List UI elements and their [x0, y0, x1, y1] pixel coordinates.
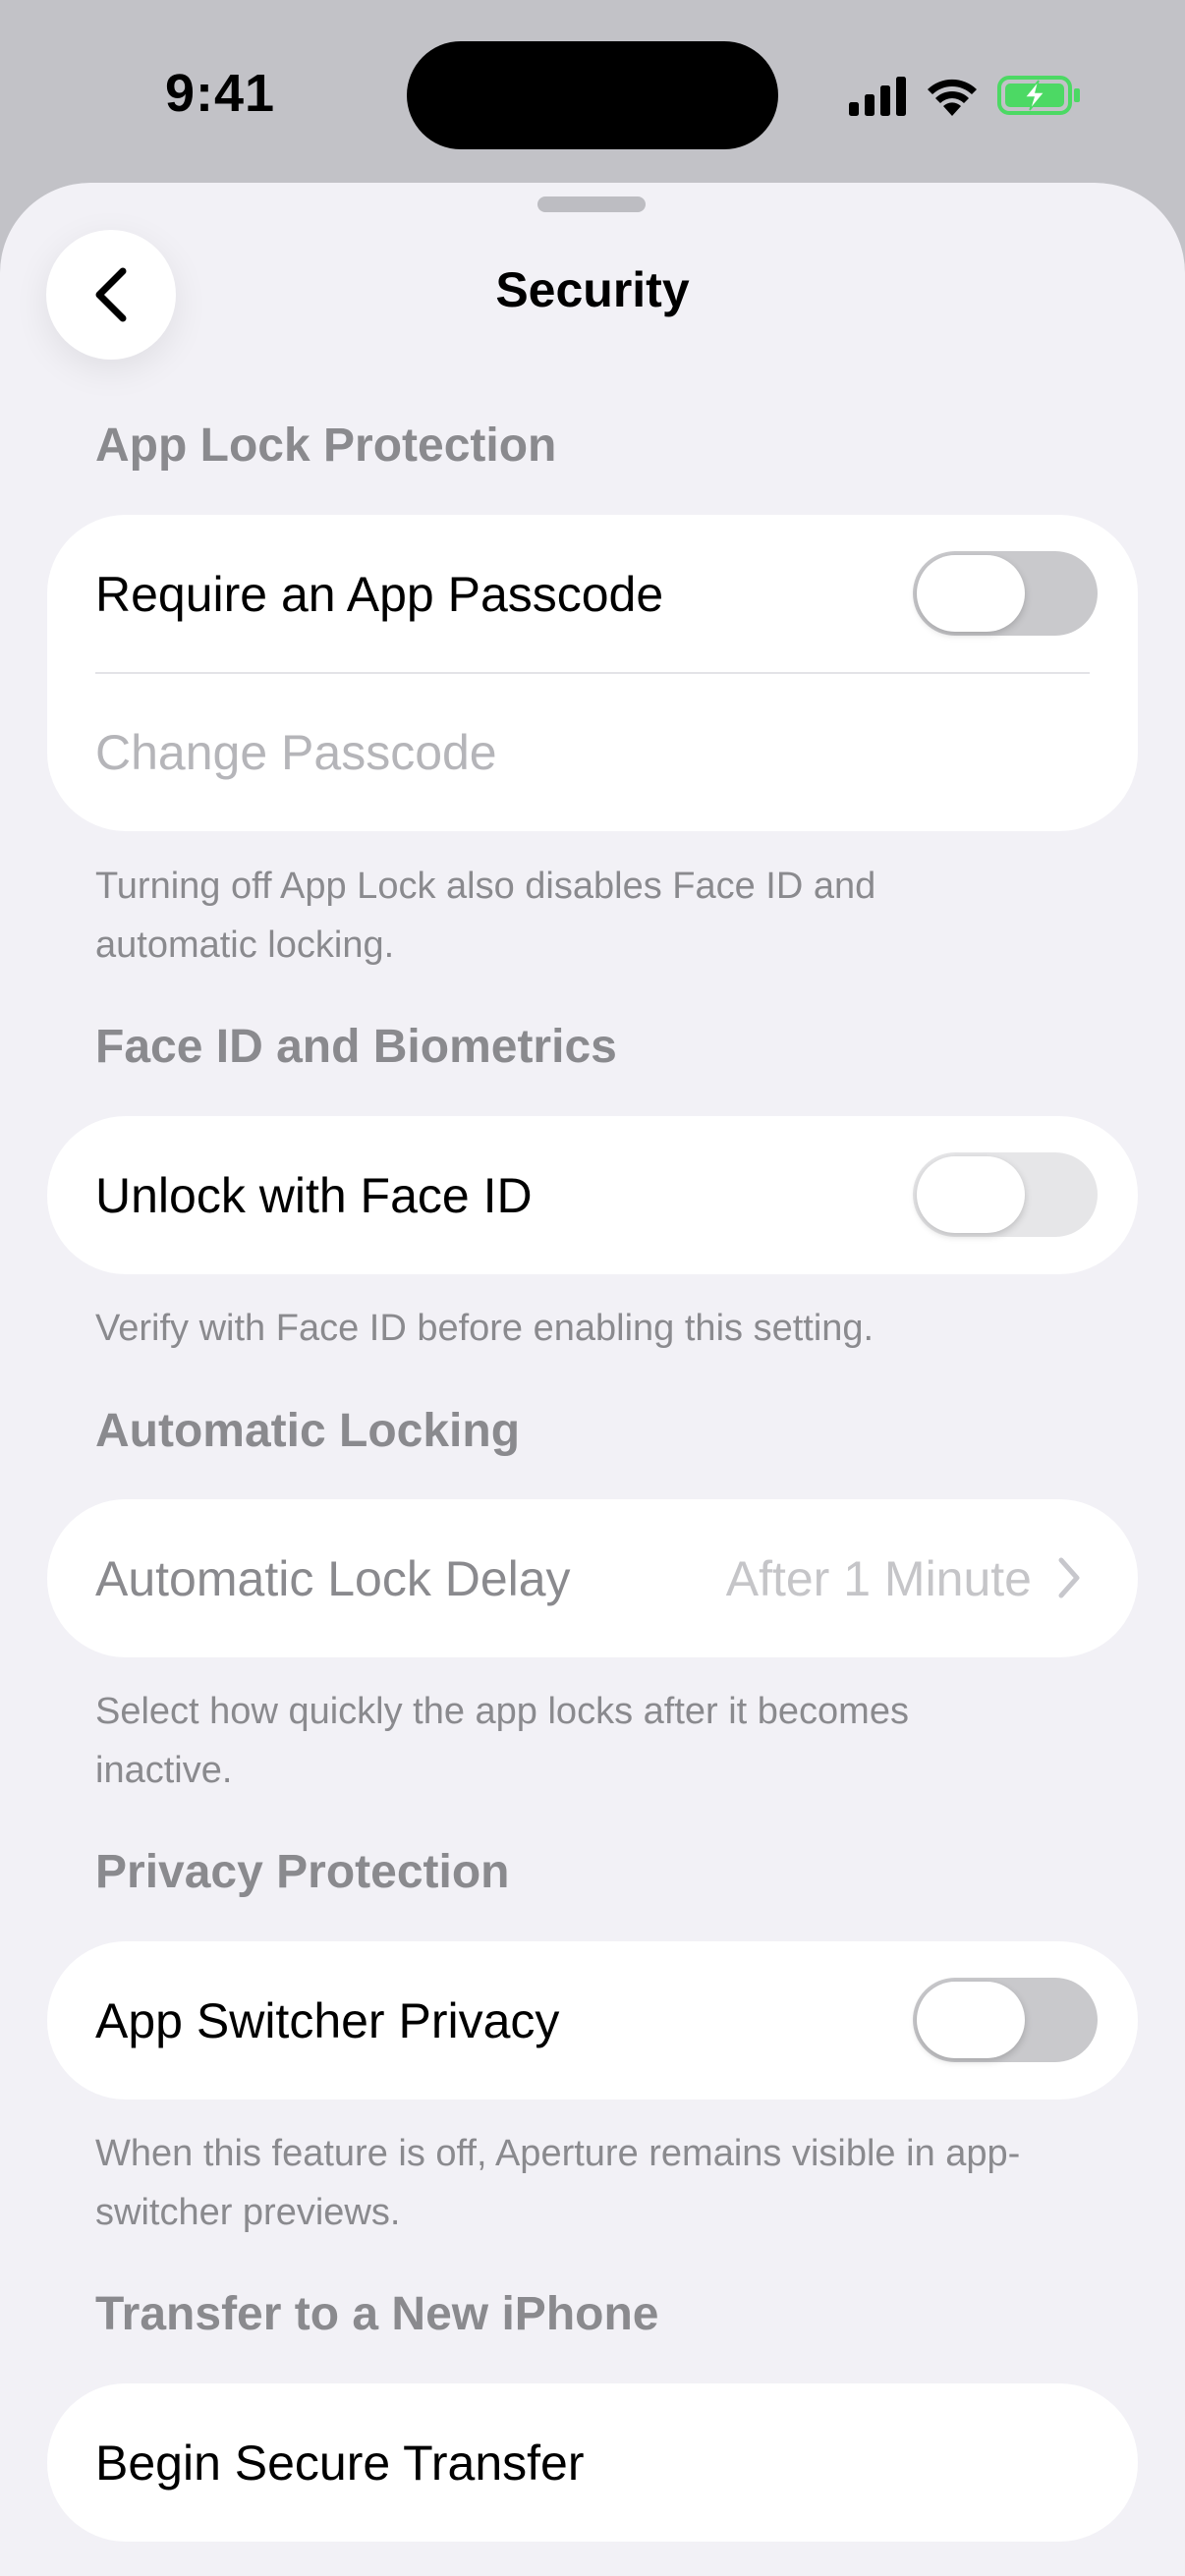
- app-lock-card: Require an App Passcode Change Passcode: [47, 515, 1138, 831]
- toggle-knob: [917, 555, 1025, 632]
- privacy-card: App Switcher Privacy: [47, 1941, 1138, 2100]
- change-passcode-row[interactable]: Change Passcode: [47, 673, 1138, 831]
- auto-lock-footer: Select how quickly the app locks after i…: [95, 1691, 909, 1791]
- transfer-card: Begin Secure Transfer: [47, 2383, 1138, 2542]
- auto-lock-delay-value: After 1 Minute: [725, 1550, 1032, 1606]
- begin-secure-transfer-label: Begin Secure Transfer: [95, 2435, 585, 2491]
- face-id-footer: Verify with Face ID before enabling this…: [95, 1308, 875, 1349]
- unlock-face-id-label: Unlock with Face ID: [95, 1167, 533, 1223]
- auto-lock-delay-row[interactable]: Automatic Lock Delay After 1 Minute: [47, 1499, 1138, 1657]
- battery-charging-icon: [997, 76, 1080, 115]
- toggle-knob: [917, 1982, 1025, 2058]
- section-header-app-lock: App Lock Protection: [95, 420, 557, 472]
- unlock-face-id-row[interactable]: Unlock with Face ID: [47, 1116, 1138, 1274]
- privacy-footer: When this feature is off, Aperture remai…: [95, 2133, 1021, 2233]
- signal-icon: [849, 77, 906, 116]
- dynamic-island: [407, 41, 778, 149]
- status-bar: 9:41: [0, 0, 1185, 187]
- section-header-transfer: Transfer to a New iPhone: [95, 2288, 659, 2340]
- section-header-face-id: Face ID and Biometrics: [95, 1021, 617, 1073]
- app-switcher-privacy-label: App Switcher Privacy: [95, 1992, 560, 2048]
- auto-lock-delay-label: Automatic Lock Delay: [95, 1550, 571, 1606]
- begin-secure-transfer-row[interactable]: Begin Secure Transfer: [47, 2383, 1138, 2542]
- page-title: Security: [495, 262, 690, 317]
- toggle-knob: [917, 1156, 1025, 1233]
- require-passcode-toggle[interactable]: [913, 551, 1098, 636]
- security-sheet: Security App Lock Protection Require an …: [0, 183, 1185, 2576]
- wifi-icon: [928, 79, 977, 116]
- require-passcode-label: Require an App Passcode: [95, 566, 664, 622]
- section-header-auto-lock: Automatic Locking: [95, 1405, 521, 1457]
- section-header-privacy: Privacy Protection: [95, 1846, 510, 1898]
- auto-lock-card: Automatic Lock Delay After 1 Minute: [47, 1499, 1138, 1657]
- chevron-right-icon: [1058, 1557, 1080, 1598]
- app-switcher-privacy-toggle[interactable]: [913, 1978, 1098, 2062]
- require-passcode-row[interactable]: Require an App Passcode: [47, 515, 1138, 674]
- app-switcher-privacy-row[interactable]: App Switcher Privacy: [47, 1941, 1138, 2100]
- face-id-card: Unlock with Face ID: [47, 1116, 1138, 1274]
- status-time: 9:41: [165, 64, 276, 123]
- unlock-face-id-toggle[interactable]: [913, 1152, 1098, 1237]
- change-passcode-label: Change Passcode: [95, 724, 497, 780]
- sheet-grabber[interactable]: [537, 196, 646, 212]
- app-lock-footer: Turning off App Lock also disables Face …: [95, 866, 876, 966]
